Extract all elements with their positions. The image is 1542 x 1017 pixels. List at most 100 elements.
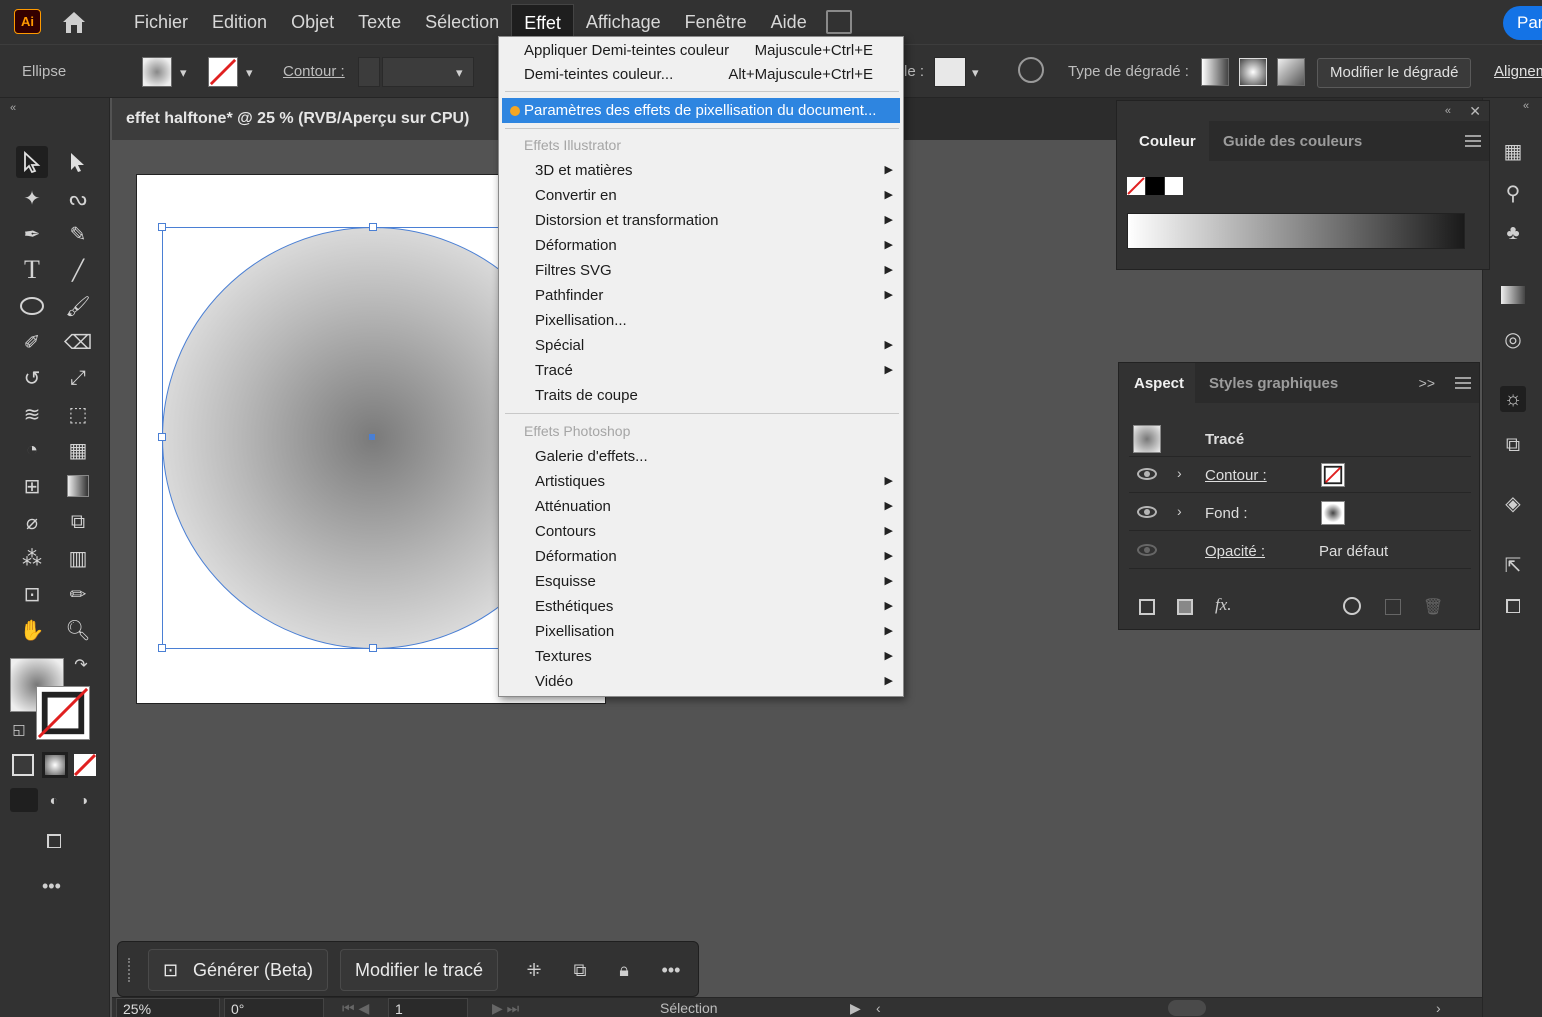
eyedropper-tool-icon[interactable]: ⌀ [16, 506, 48, 538]
screen-mode-icon[interactable]: ⧠ [38, 826, 70, 858]
aspect-fill-row[interactable]: › Fond : [1129, 495, 1471, 531]
collapse-icon[interactable]: « [1445, 105, 1451, 117]
menu-item-photoshop-3[interactable]: Contours ▶ [499, 519, 903, 544]
collapse-icon[interactable]: « [1523, 100, 1529, 112]
paintbrush-tool-icon[interactable]: 🖌 [62, 290, 94, 322]
gradient-mode-icon[interactable] [42, 752, 68, 778]
radial-gradient-icon[interactable] [1239, 58, 1267, 86]
shape-builder-tool-icon[interactable]: ◔ [16, 434, 48, 466]
opacity-field[interactable] [934, 57, 966, 87]
menu-item-photoshop-2[interactable]: Atténuation ▶ [499, 494, 903, 519]
menu-item-photoshop-1[interactable]: Artistiques ▶ [499, 469, 903, 494]
freeform-gradient-icon[interactable] [1277, 58, 1305, 86]
draw-inside-icon[interactable]: ◑ [72, 788, 96, 812]
color-mode-icon[interactable] [12, 754, 34, 776]
menu-item-raster-settings[interactable]: Paramètres des effets de pixellisation d… [502, 98, 900, 123]
tab-styles-graphiques[interactable]: Styles graphiques [1209, 375, 1338, 392]
more-options-icon[interactable]: ••• [656, 958, 686, 982]
arrange-documents-icon[interactable] [826, 10, 852, 34]
panel-menu-icon[interactable] [1455, 377, 1471, 389]
menu-effet[interactable]: Effet [511, 4, 574, 40]
resize-handle[interactable] [158, 644, 166, 652]
add-stroke-icon[interactable] [1139, 599, 1155, 615]
aspect-opacity-row[interactable]: Opacité : Par défaut [1129, 533, 1471, 569]
linear-gradient-icon[interactable] [1201, 58, 1229, 86]
eye-icon[interactable] [1137, 468, 1157, 480]
menu-edition[interactable]: Edition [200, 0, 279, 44]
transform-icon[interactable]: ⧉ [1500, 432, 1526, 458]
mesh-tool-icon[interactable]: ⊞ [16, 470, 48, 502]
collapse-icon[interactable]: « [10, 102, 16, 114]
share-button[interactable]: Par [1503, 6, 1542, 40]
resize-handle[interactable] [158, 223, 166, 231]
gradient-tool-icon[interactable] [62, 470, 94, 502]
hand-tool-icon[interactable]: ✋ [16, 614, 48, 646]
blend-tool-icon[interactable]: ⧉ [62, 506, 94, 538]
scroll-left-icon[interactable]: ‹ [876, 1000, 881, 1016]
menu-item-photoshop-8[interactable]: Textures ▶ [499, 644, 903, 669]
drag-handle[interactable] [128, 958, 132, 982]
artboards-icon[interactable]: ⧠ [1500, 594, 1526, 620]
slice-tool-icon[interactable]: ✏ [62, 578, 94, 610]
scale-tool-icon[interactable]: ⤢ [62, 362, 94, 394]
scroll-right-icon[interactable]: › [1436, 1000, 1441, 1016]
stroke-label[interactable]: Contour : [283, 63, 345, 80]
gradient-panel-icon[interactable] [1500, 282, 1526, 308]
menu-item-illustrator-9[interactable]: Traits de coupe [499, 383, 903, 408]
transparency-icon[interactable]: ◎ [1500, 326, 1526, 352]
line-tool-icon[interactable]: ╱ [62, 254, 94, 286]
menu-texte[interactable]: Texte [346, 0, 413, 44]
lock-icon[interactable]: 🔒︎ [612, 958, 636, 982]
menu-item-illustrator-0[interactable]: 3D et matières ▶ [499, 158, 903, 183]
last-artboard-icon[interactable]: ▶ ⏭ [492, 1000, 519, 1017]
menu-item-illustrator-4[interactable]: Filtres SVG ▶ [499, 258, 903, 283]
document-tab[interactable]: effet halftone* @ 25 % (RVB/Aperçu sur C… [112, 98, 498, 140]
chevron-right-icon[interactable]: › [1177, 465, 1182, 481]
perspective-grid-tool-icon[interactable]: ▦ [62, 434, 94, 466]
trash-icon[interactable]: 🗑︎ [1423, 597, 1443, 617]
stroke-row-label[interactable]: Contour : [1205, 467, 1267, 484]
symbols-icon[interactable]: ♣ [1500, 220, 1526, 246]
direct-selection-tool-icon[interactable] [62, 146, 94, 178]
resize-handle[interactable] [158, 433, 166, 441]
zoom-tool-icon[interactable]: 🔍︎ [62, 614, 94, 646]
panel-menu-icon[interactable] [1465, 135, 1481, 147]
ellipse-tool-icon[interactable] [16, 290, 48, 322]
menu-objet[interactable]: Objet [279, 0, 346, 44]
zoom-field[interactable]: 25% [116, 998, 220, 1017]
recolor-icon[interactable] [1018, 57, 1044, 83]
pen-tool-icon[interactable]: ✒ [16, 218, 48, 250]
menu-item-photoshop-7[interactable]: Pixellisation ▶ [499, 619, 903, 644]
selection-tool-icon[interactable] [16, 146, 48, 178]
warp-tool-icon[interactable]: ≋ [16, 398, 48, 430]
layers-icon[interactable]: ◈ [1500, 490, 1526, 516]
symbol-sprayer-tool-icon[interactable]: ⁂ [16, 542, 48, 574]
aspect-stroke-row[interactable]: › Contour : [1129, 457, 1471, 493]
generate-button[interactable]: ⊡ Générer (Beta) [148, 949, 329, 991]
lasso-tool-icon[interactable]: ᔓ [62, 182, 94, 214]
shaper-tool-icon[interactable]: ✐ [16, 326, 48, 358]
tab-couleur[interactable]: Couleur [1139, 133, 1196, 150]
appearance-icon[interactable]: ☼ [1500, 386, 1526, 412]
eye-icon[interactable] [1137, 506, 1157, 518]
resize-handle[interactable] [369, 644, 377, 652]
menu-item-photoshop-4[interactable]: Déformation ▶ [499, 544, 903, 569]
brushes-icon[interactable]: ⚲ [1500, 180, 1526, 206]
export-icon[interactable]: ⇱ [1500, 552, 1526, 578]
play-icon[interactable]: ▶ [850, 1000, 861, 1017]
edit-toolbar-icon[interactable]: ••• [42, 876, 61, 897]
artboard-tool-icon[interactable]: ⊡ [16, 578, 48, 610]
tab-guide-couleurs[interactable]: Guide des couleurs [1223, 133, 1362, 150]
black-swatch[interactable] [1146, 177, 1164, 195]
fill-swatch[interactable] [142, 57, 172, 87]
none-swatch[interactable] [1127, 177, 1145, 195]
opacity-row-label[interactable]: Opacité : [1205, 543, 1265, 560]
stroke-none-swatch[interactable] [208, 57, 238, 87]
menu-fichier[interactable]: Fichier [122, 0, 200, 44]
none-mode-icon[interactable] [74, 754, 96, 776]
rotation-field[interactable]: 0° [224, 998, 324, 1017]
menu-item-illustrator-3[interactable]: Déformation ▶ [499, 233, 903, 258]
menu-item-illustrator-2[interactable]: Distorsion et transformation ▶ [499, 208, 903, 233]
menu-item-photoshop-6[interactable]: Esthétiques ▶ [499, 594, 903, 619]
duplicate-item-icon[interactable] [1385, 599, 1401, 615]
